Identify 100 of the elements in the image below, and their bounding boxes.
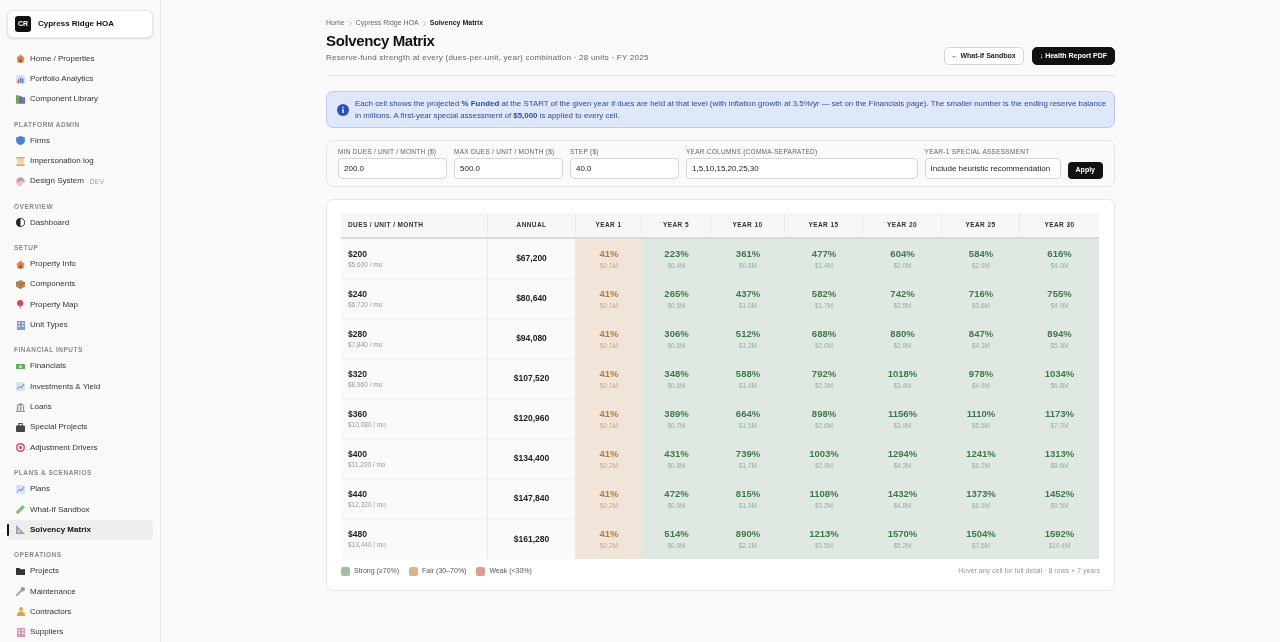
books-icon <box>16 94 25 104</box>
pin-icon <box>17 300 24 310</box>
percent-funded: 361% <box>735 248 761 260</box>
nav-item[interactable]: Financials <box>7 356 153 377</box>
person-icon <box>16 607 25 617</box>
nav-item[interactable]: Component Library <box>7 89 153 110</box>
chevron-right-icon <box>422 20 426 26</box>
nav-item[interactable]: Loans <box>7 396 153 418</box>
nav-item[interactable]: Special Projects <box>7 417 153 438</box>
nav-item[interactable]: Investments & Yield <box>7 376 153 397</box>
chevron-right-icon <box>348 20 352 26</box>
percent-funded: 41% <box>599 248 619 260</box>
percent-funded: 477% <box>811 248 837 260</box>
dues-amount: $360 <box>348 408 368 420</box>
percent-funded: 437% <box>735 288 761 300</box>
percent-funded: 431% <box>664 448 689 460</box>
percent-funded: 1034% <box>1044 368 1075 380</box>
input-field[interactable]: 500.0 <box>454 158 563 179</box>
nav-item[interactable]: Property Info <box>7 253 153 275</box>
nav-item[interactable]: Unit Types <box>7 314 153 336</box>
percent-funded: 1213% <box>809 528 839 540</box>
percent-funded: 41% <box>599 368 619 380</box>
percent-funded: 978% <box>968 368 994 380</box>
dues-amount: $480 <box>348 529 368 540</box>
triangle-ruler-icon <box>16 525 25 535</box>
nav-item[interactable]: Suppliers <box>7 622 153 642</box>
percent-funded: 41% <box>599 408 619 420</box>
nav-item[interactable]: Portfolio Analytics <box>7 68 153 90</box>
percent-funded: 1018% <box>887 368 918 380</box>
percent-funded: 890% <box>735 528 761 540</box>
dues-amount: $320 <box>348 368 368 380</box>
percent-funded: 41% <box>599 288 619 300</box>
percent-funded: 582% <box>811 288 837 300</box>
nav-item[interactable]: Plans <box>7 479 153 500</box>
percent-funded: 894% <box>1047 328 1072 340</box>
line-chart-icon <box>16 484 25 494</box>
percent-funded: 1373% <box>966 488 996 500</box>
test-tube-icon <box>16 505 25 514</box>
dues-amount: $400 <box>348 448 368 460</box>
nav-item[interactable]: Maintenance <box>7 581 153 602</box>
page-subtitle: Reserve-fund strength at every (dues-per-unit, year) combination · 28 units · FY 2025 <box>326 53 649 63</box>
annual-amount: $134,400 <box>513 452 550 465</box>
input-field[interactable]: 200.0 <box>338 158 447 179</box>
nav-item[interactable]: Impersonation log <box>7 150 153 172</box>
annual-amount: $161,280 <box>513 532 550 546</box>
percent-funded: 792% <box>811 368 837 380</box>
percent-funded: 1003% <box>809 448 839 460</box>
nav-item[interactable]: Property Map <box>7 294 153 315</box>
page-title: Solvency Matrix <box>326 32 436 50</box>
nav-item[interactable]: Firms <box>7 130 153 151</box>
percent-funded: 664% <box>735 408 761 420</box>
percent-funded: 1452% <box>1044 488 1075 500</box>
annual-amount: $120,960 <box>513 412 550 425</box>
banknote-icon <box>16 363 25 370</box>
active-indicator <box>7 524 9 536</box>
percent-funded: 616% <box>1047 248 1072 260</box>
nav-item[interactable]: What-If Sandbox <box>7 499 153 520</box>
percent-funded: 223% <box>664 248 689 260</box>
nav-item[interactable]: Components <box>7 274 153 295</box>
nav-item[interactable]: Projects <box>7 561 153 582</box>
percent-funded: 1156% <box>887 408 918 420</box>
percent-funded: 306% <box>664 328 689 340</box>
percent-funded: 1108% <box>809 488 839 500</box>
percent-funded: 604% <box>890 248 915 260</box>
nav-item[interactable]: Adjustment Drivers <box>7 437 153 458</box>
percent-funded: 588% <box>735 368 761 380</box>
nav-item[interactable]: Home / Properties <box>7 48 153 69</box>
percent-funded: 265% <box>664 288 689 300</box>
percent-funded: 1313% <box>1044 448 1075 460</box>
percent-funded: 815% <box>735 488 761 500</box>
nav-item[interactable]: Contractors <box>7 601 153 623</box>
percent-funded: 742% <box>890 288 915 300</box>
info-icon <box>337 103 349 116</box>
input-field[interactable]: 40.0 <box>570 158 679 179</box>
shield-icon <box>16 136 25 146</box>
percent-funded: 847% <box>968 328 994 340</box>
input-field[interactable]: Include heuristic recommendation <box>924 158 1061 179</box>
brand-name: Cypress Ridge HOA <box>38 18 115 30</box>
building-icon <box>16 627 25 637</box>
percent-funded: 716% <box>968 288 994 300</box>
building-icon <box>16 320 25 330</box>
wrench-icon <box>16 587 25 597</box>
palette-icon <box>16 176 25 186</box>
annual-amount: $80,640 <box>516 292 547 305</box>
nav-item[interactable]: Solvency Matrix <box>7 519 153 541</box>
target-icon <box>16 443 25 453</box>
input-field[interactable]: 1,5,10,15,20,25,30 <box>686 158 918 179</box>
percent-funded: 41% <box>599 488 619 500</box>
bank-icon <box>16 402 25 412</box>
half-circle-icon <box>16 218 25 228</box>
percent-funded: 1173% <box>1044 408 1075 420</box>
house-icon <box>16 259 25 269</box>
percent-funded: 1504% <box>966 528 996 540</box>
percent-funded: 688% <box>811 328 837 340</box>
line-chart-icon <box>16 382 25 392</box>
nav-item[interactable]: Dashboard <box>7 212 153 233</box>
dues-amount: $200 <box>348 248 368 260</box>
percent-funded: 1110% <box>966 408 996 420</box>
percent-funded: 584% <box>968 248 994 260</box>
house-icon <box>16 54 25 64</box>
